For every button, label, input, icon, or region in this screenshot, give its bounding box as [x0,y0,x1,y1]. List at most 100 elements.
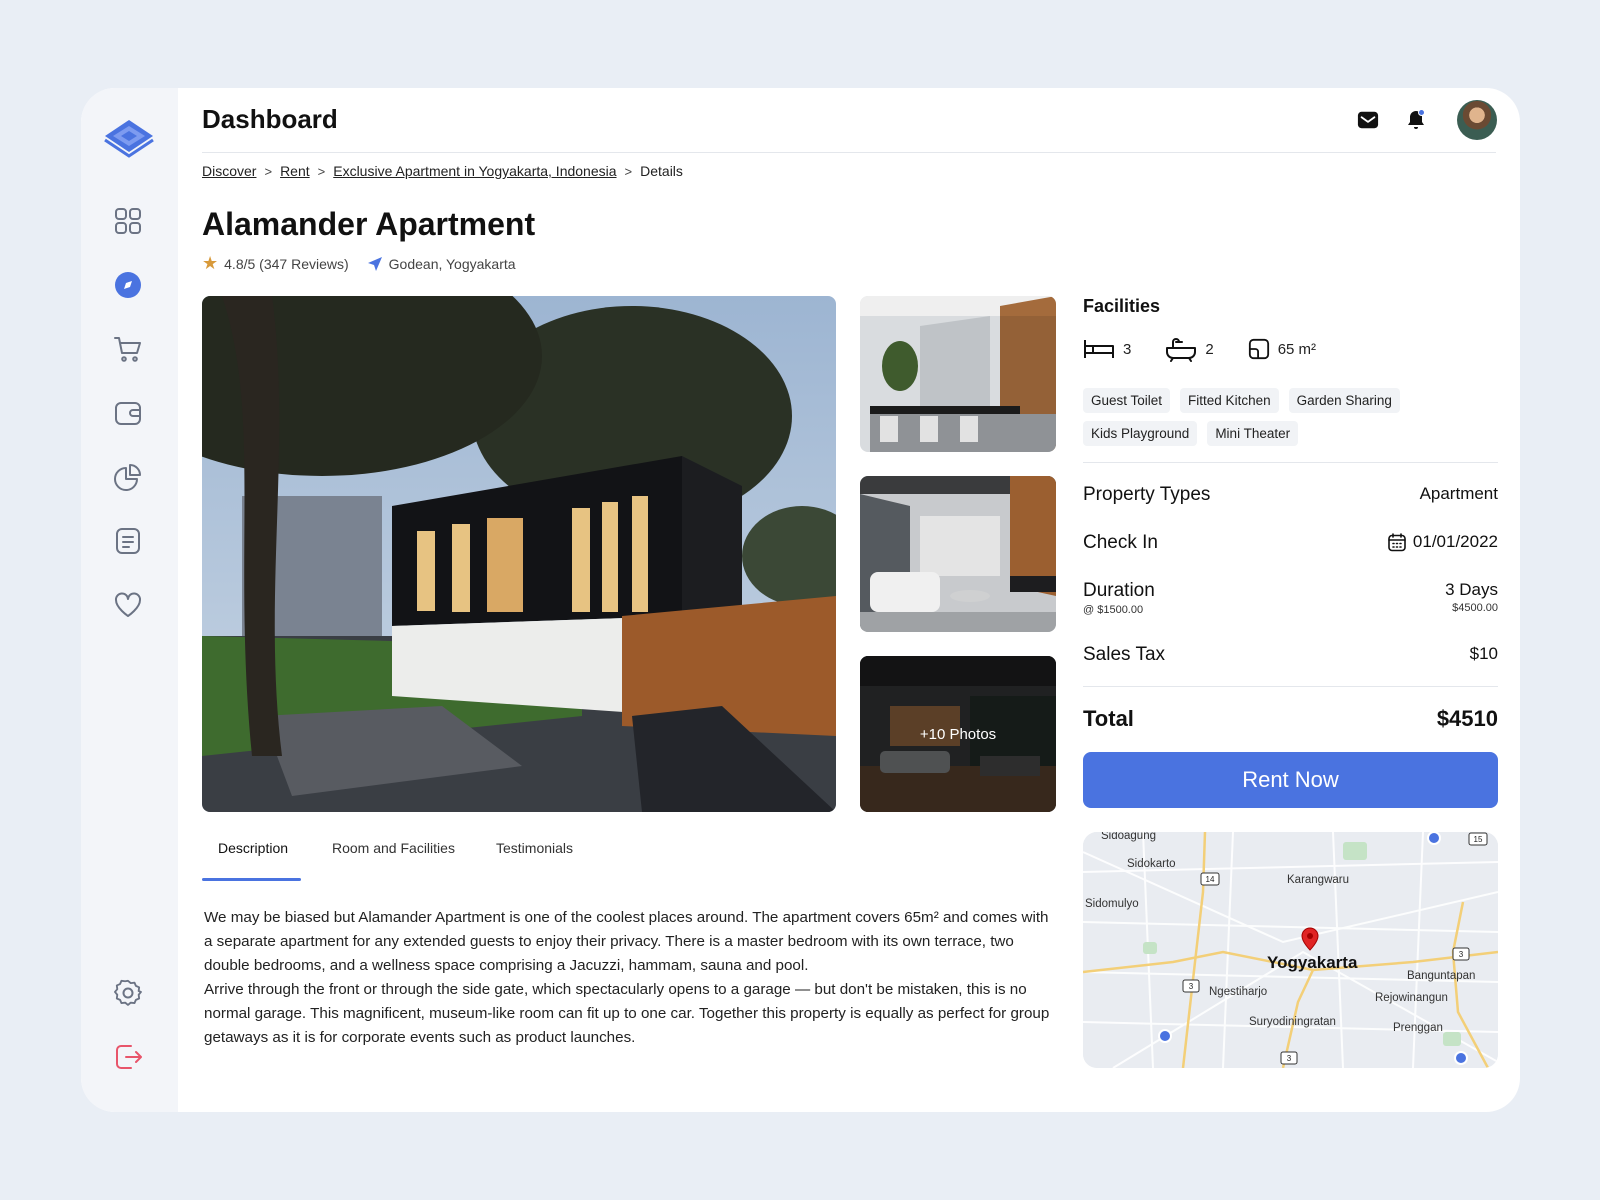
breadcrumb: Discover > Rent > Exclusive Apartment in… [202,163,683,179]
duration-subtotal: $4500.00 [1452,602,1498,614]
facility-tag: Mini Theater [1207,421,1299,446]
property-types-value: Apartment [1419,484,1498,503]
breadcrumb-separator: > [264,163,273,179]
description-paragraph: Arrive through the front or through the … [204,981,1050,1046]
tabs: Description Room and Facilities Testimon… [202,840,1056,881]
map-label: Suryodiningratan [1249,1016,1336,1028]
star-icon: ★ [202,253,219,273]
map-label: Prenggan [1393,1022,1443,1034]
breadcrumb-rent[interactable]: Rent [280,163,310,179]
bathrooms: 2 [1165,336,1214,362]
map-label: Banguntapan [1407,970,1476,982]
topbar: Dashboard [202,88,1497,153]
sales-tax-value: $10 [1469,644,1498,663]
road-number: 3 [1287,1054,1292,1063]
road-number: 14 [1206,875,1215,884]
tab-room-and-facilities[interactable]: Room and Facilities [332,840,455,870]
area-icon [1248,338,1269,360]
compass-icon[interactable] [111,268,145,302]
road-number: 3 [1189,982,1194,991]
gallery-thumbnail[interactable] [860,296,1056,452]
settings-icon[interactable] [111,976,145,1010]
heart-icon[interactable] [111,588,145,622]
main-photo[interactable] [202,296,836,812]
map-label: Ngestiharjo [1209,986,1268,998]
breadcrumb-separator: > [624,163,633,179]
app-window: Dashboard Discover > Rent > Exclusive Ap… [81,88,1520,1112]
total-value: $4510 [1436,706,1498,731]
logo-icon[interactable] [103,116,155,160]
location-text: Godean, Yogyakarta [388,255,516,272]
main-content: Dashboard Discover > Rent > Exclusive Ap… [202,88,1498,1112]
area: 65 m² [1248,338,1316,360]
map-label: Rejowinangun [1375,992,1448,1004]
breadcrumb-listing[interactable]: Exclusive Apartment in Yogyakarta, Indon… [333,163,616,179]
property-types-row: Property Types Apartment [1083,484,1498,506]
total-label: Total [1083,706,1134,731]
wallet-icon[interactable] [111,396,145,430]
bedrooms: 3 [1083,337,1131,361]
facility-tag: Kids Playground [1083,421,1198,446]
description-text: We may be biased but Alamander Apartment… [204,906,1054,1050]
navigation-arrow-icon [367,256,382,271]
bathtub-icon [1166,338,1197,362]
road-number: 3 [1459,950,1464,959]
road-number: 15 [1474,835,1483,844]
calendar-icon [1388,533,1406,552]
sales-tax-row: Sales Tax $10 [1083,644,1498,666]
property-title: Alamander Apartment [202,206,536,242]
map-label: Sidoagung [1101,832,1156,842]
pie-chart-icon[interactable] [111,460,145,494]
bedrooms-count: 3 [1123,340,1132,358]
description-paragraph: We may be biased but Alamander Apartment… [204,909,1049,974]
tab-testimonials[interactable]: Testimonials [496,840,573,870]
check-in-value: 01/01/2022 [1412,532,1498,551]
bathrooms-count: 2 [1205,340,1214,358]
property-types-label: Property Types [1083,484,1211,505]
facility-tag: Fitted Kitchen [1180,388,1279,413]
logout-icon[interactable] [111,1040,145,1074]
location: Godean, Yogyakarta [367,256,516,272]
bed-icon [1084,340,1114,358]
sidebar [81,88,178,1112]
area-value: 65 m² [1277,340,1317,358]
map-label: Sidomulyo [1085,898,1139,910]
mail-icon[interactable] [1354,106,1382,134]
grid-icon[interactable] [111,204,145,238]
property-meta: ★ 4.8/5 (347 Reviews) Godean, Yogyakarta [202,253,516,274]
check-in-row: Check In 01/01/2022 [1083,532,1498,554]
total-row: Total $4510 [1083,706,1498,732]
duration-rate: @ $1500.00 [1083,604,1144,616]
more-photos-label: +10 Photos [860,656,1056,812]
map-label: Karangwaru [1287,874,1350,886]
document-icon[interactable] [111,524,145,558]
facility-tag: Garden Sharing [1288,388,1400,413]
breadcrumb-separator: > [317,163,326,179]
divider [1083,686,1498,687]
avatar[interactable] [1457,100,1497,140]
facilities-title: Facilities [1083,296,1161,316]
notification-bell-icon[interactable] [1402,106,1430,134]
divider [1083,462,1498,463]
sales-tax-label: Sales Tax [1083,644,1166,665]
duration-row: Duration @ $1500.00 3 Days $4500.00 [1083,580,1498,616]
duration-value: 3 Days [1445,580,1498,599]
page-title: Dashboard [202,104,338,134]
active-tab-indicator [202,878,301,881]
rating-text: 4.8/5 (347 Reviews) [224,255,349,272]
cart-icon[interactable] [111,332,145,366]
facilities-stats: 3 2 65 m² [1083,336,1350,362]
rent-now-button[interactable]: Rent Now [1083,752,1498,808]
tab-description[interactable]: Description [218,840,288,870]
gallery-thumbnail-more[interactable]: +10 Photos [860,656,1056,812]
map-label: Sidokarto [1127,858,1176,870]
gallery-thumbnail[interactable] [860,476,1056,632]
location-map[interactable]: 14 15 3 3 3 Sidoagung Sidokarto Karangwa… [1083,832,1498,1068]
facility-tags: Guest Toilet Fitted Kitchen Garden Shari… [1083,388,1498,446]
map-city-label: Yogyakarta [1267,953,1358,972]
check-in-date[interactable]: 01/01/2022 [1387,532,1498,552]
breadcrumb-discover[interactable]: Discover [202,163,256,179]
breadcrumb-current: Details [640,163,683,179]
duration-label: Duration [1083,580,1155,601]
check-in-label: Check In [1083,532,1158,553]
